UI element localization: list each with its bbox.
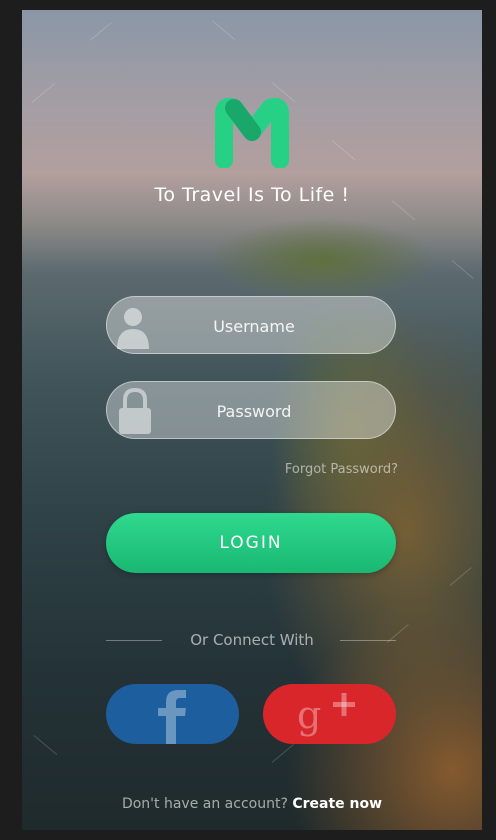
- lock-icon: [115, 386, 155, 436]
- login-button[interactable]: LOGIN: [106, 513, 396, 573]
- app-screen: To Travel Is To Life ! Forgot Password? …: [22, 10, 482, 830]
- decorative-line: [451, 260, 474, 279]
- decorative-line: [31, 82, 56, 103]
- decorative-line: [211, 20, 236, 41]
- decorative-line: [331, 140, 356, 161]
- create-account-link[interactable]: Create now: [292, 796, 382, 812]
- decorative-line: [271, 744, 294, 763]
- password-input[interactable]: [167, 382, 341, 440]
- password-field-container[interactable]: [106, 381, 396, 440]
- forgot-password-link[interactable]: Forgot Password?: [285, 462, 398, 477]
- decorative-line: [33, 735, 58, 756]
- m-logo-icon: [212, 97, 292, 169]
- connect-with-label: Or Connect With: [190, 631, 314, 649]
- decorative-line: [449, 567, 472, 586]
- tagline: To Travel Is To Life !: [154, 184, 350, 206]
- signup-prompt: Don't have an account? Create now: [22, 796, 482, 812]
- username-input[interactable]: [167, 297, 341, 355]
- signup-prompt-text: Don't have an account?: [121, 796, 288, 812]
- username-field-container[interactable]: [106, 296, 396, 355]
- facebook-icon: [158, 690, 186, 744]
- decorative-line: [89, 22, 112, 41]
- svg-text:g: g: [297, 693, 321, 737]
- google-plus-icon: g: [297, 693, 355, 737]
- facebook-login-button[interactable]: [106, 684, 239, 744]
- user-icon: [115, 301, 155, 351]
- google-plus-login-button[interactable]: g: [263, 684, 396, 744]
